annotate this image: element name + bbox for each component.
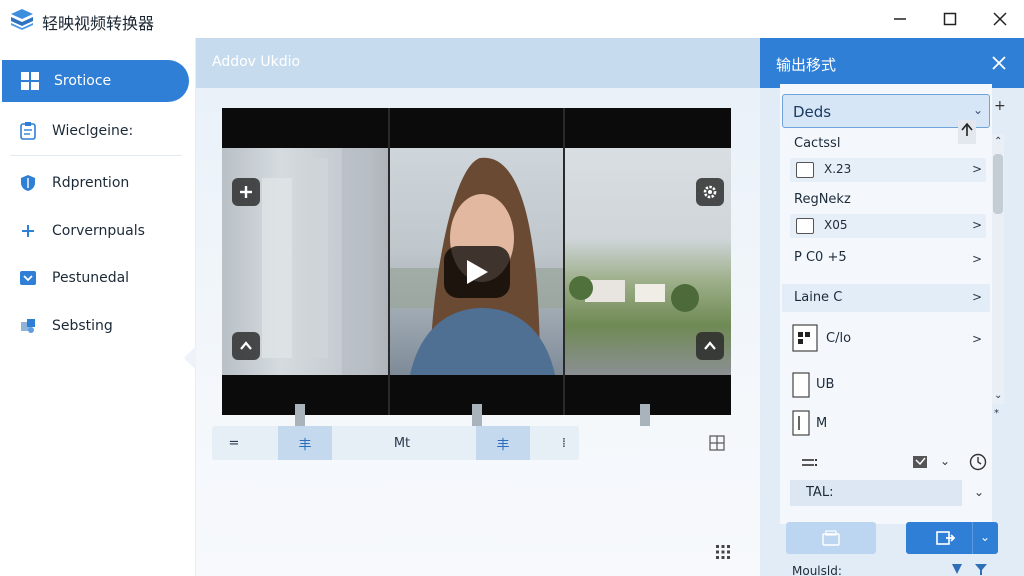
video-preview[interactable] [222, 108, 731, 415]
button-divider [972, 522, 973, 554]
editor-header: Addov Ukdio [196, 38, 760, 88]
sidebar-notch [184, 346, 196, 370]
format-row-value[interactable]: X05 > [790, 214, 986, 238]
dropdown-field[interactable]: TAL: [790, 480, 962, 506]
maximize-icon[interactable] [928, 4, 972, 34]
filter-icon[interactable] [974, 562, 988, 576]
format-row-label[interactable]: P C0 +5 [794, 250, 847, 265]
frame-separator [563, 108, 565, 415]
asterisk-icon: * [994, 408, 999, 419]
sidebar-item-wieclgeine[interactable]: Wieclgeine: [0, 110, 190, 152]
play-small-icon [796, 162, 814, 178]
sidebar-item-label: Srotioce [54, 73, 112, 89]
footer-label: Moulsld: [792, 564, 842, 576]
output-panel-title: 输出移式 [776, 56, 837, 74]
format-icon [792, 410, 810, 436]
grid-icon [20, 71, 40, 91]
sidebar-item-label: Wieclgeine: [52, 123, 134, 139]
timeline-menu-icon[interactable]: = [212, 426, 256, 460]
play-icon [467, 260, 488, 284]
app-title: 轻映视频转换器 [42, 14, 155, 33]
format-row-label[interactable]: UB [816, 377, 834, 392]
puzzle-icon [18, 316, 38, 336]
close-icon[interactable] [988, 52, 1010, 74]
chevron-down-icon: ⌄ [973, 103, 984, 117]
scroll-down-icon[interactable]: ⌄ [994, 390, 1002, 401]
sidebar-item-corvernpuals[interactable]: Corvernpuals [0, 210, 190, 252]
chevron-right-icon: > [972, 218, 983, 232]
timeline-segment[interactable]: 丰 [476, 426, 530, 460]
app-logo-icon [11, 9, 33, 30]
scrollbar-thumb[interactable] [993, 154, 1003, 214]
editor-area: Addov Ukdio = 丰 Mt 丰 ⁞ [196, 38, 760, 576]
format-icon [792, 372, 810, 398]
chevron-right-icon: > [972, 162, 983, 176]
export-icon [936, 531, 956, 545]
minimize-icon[interactable] [878, 4, 922, 34]
up-arrow-icon[interactable] [696, 332, 724, 360]
output-format-panel: 输出移式 Deds ⌄ + Cactssl X.23 > RegNekz X05… [760, 38, 1024, 576]
download-box-icon [18, 268, 38, 288]
sidebar-item-label: Sebsting [52, 318, 113, 334]
sidebar-divider [10, 155, 182, 156]
sidebar-item-label: Rdprention [52, 175, 130, 191]
add-icon[interactable] [232, 178, 260, 206]
chevron-right-icon: > [972, 252, 983, 266]
sidebar-item-srotioce[interactable]: Srotioce [2, 60, 189, 102]
grid-icon[interactable] [708, 434, 726, 452]
format-row-value[interactable]: X.23 > [790, 158, 986, 182]
format-row-label: RegNekz [794, 192, 851, 207]
folder-icon [822, 530, 840, 546]
sidebar-item-pestunedal[interactable]: Pestunedal [0, 257, 190, 299]
secondary-action-button[interactable] [786, 522, 876, 554]
close-icon[interactable] [978, 4, 1022, 34]
chevron-down-icon[interactable]: ⌄ [980, 530, 990, 544]
frame-separator [388, 108, 390, 415]
editor-title: Addov Ukdio [212, 54, 301, 70]
format-select-value: Deds [793, 103, 832, 121]
title-bar: 轻映视频转换器 [0, 0, 1024, 38]
timeline-bar[interactable]: = 丰 Mt 丰 ⁞ [212, 426, 579, 460]
timeline-segment[interactable]: 丰 [278, 426, 332, 460]
cursor-icon [958, 120, 976, 144]
play-button[interactable] [444, 246, 510, 298]
settings-icon[interactable] [696, 178, 724, 206]
timeline-marker[interactable] [640, 404, 650, 426]
chevron-right-icon: > [972, 332, 983, 346]
pin-icon[interactable] [950, 562, 964, 576]
up-arrow-icon[interactable] [232, 332, 260, 360]
format-row[interactable]: Laine C > [782, 284, 990, 312]
timeline-segment[interactable]: Mt [372, 426, 432, 460]
clipboard-icon [18, 121, 38, 141]
menu-icon[interactable] [802, 456, 818, 470]
play-small-icon [796, 218, 814, 234]
timeline-segment[interactable]: ⁞ [552, 426, 576, 460]
sidebar-item-rdprention[interactable]: Rdprention [0, 162, 190, 204]
format-icon [792, 324, 818, 352]
sidebar: Srotioce Wieclgeine: Rdprention Corvernp… [0, 38, 196, 576]
format-row-label[interactable]: M [816, 416, 827, 431]
sidebar-item-sebsting[interactable]: Sebsting [0, 305, 190, 347]
format-row-label[interactable]: C/lo [826, 331, 851, 346]
chevron-down-icon[interactable]: ⌄ [974, 485, 984, 499]
sidebar-item-label: Corvernpuals [52, 223, 145, 239]
add-icon[interactable]: + [994, 98, 1006, 114]
refresh-icon[interactable] [968, 452, 988, 472]
scroll-up-icon[interactable]: ⌃ [994, 136, 1002, 147]
edit-icon[interactable] [912, 454, 930, 470]
plus-box-icon [18, 221, 38, 241]
chevron-right-icon: > [972, 290, 983, 304]
timeline-marker[interactable] [295, 404, 305, 426]
output-panel-header: 输出移式 [760, 38, 1024, 88]
timeline-marker[interactable] [472, 404, 482, 426]
format-row-label: Cactssl [794, 136, 841, 151]
dots-grid-icon[interactable] [714, 543, 732, 561]
shield-icon [18, 173, 38, 193]
sidebar-item-label: Pestunedal [52, 270, 130, 286]
export-button[interactable]: ⌄ [906, 522, 998, 554]
chevron-down-icon[interactable]: ⌄ [940, 454, 950, 468]
